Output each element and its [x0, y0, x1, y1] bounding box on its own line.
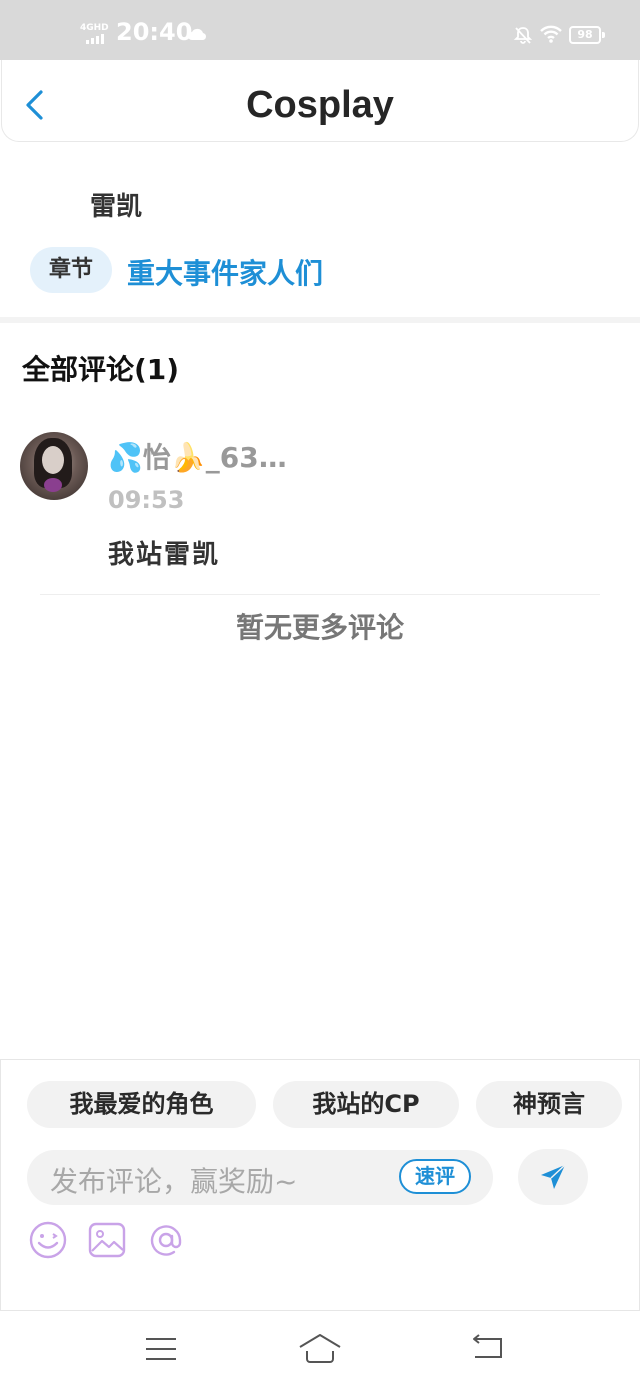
quick-review-button[interactable]: 速评 — [399, 1159, 471, 1194]
comment-input-placeholder: 发布评论，赢奖励~ — [50, 1165, 298, 1198]
signal-icon — [86, 34, 104, 44]
chapter-link[interactable]: 重大事件家人们 — [127, 252, 323, 292]
menu-icon[interactable] — [142, 1331, 182, 1367]
wifi-icon — [540, 25, 562, 43]
smiley-icon[interactable] — [28, 1220, 68, 1260]
image-icon[interactable] — [87, 1220, 127, 1260]
send-button[interactable] — [518, 1149, 588, 1205]
quick-chip-favorite-character[interactable]: 我最爱的角色 — [27, 1081, 256, 1128]
avatar[interactable] — [20, 432, 88, 500]
mute-bell-icon — [513, 27, 533, 44]
comment-divider — [40, 594, 600, 595]
section-divider — [0, 317, 640, 323]
status-bar: 4GHD 20:40 98 — [0, 0, 640, 60]
post-author: 雷凯 — [90, 192, 143, 222]
status-time: 20:40 — [116, 18, 193, 46]
back-nav-icon[interactable] — [469, 1331, 509, 1367]
page-header: Cosplay — [1, 60, 639, 142]
battery-level: 98 — [569, 26, 605, 44]
no-more-comments: 暂无更多评论 — [235, 611, 404, 644]
quick-chip-my-cp[interactable]: 我站的CP — [273, 1081, 459, 1128]
chapter-badge: 章节 — [30, 247, 112, 293]
page-title: Cosplay — [246, 84, 394, 126]
cloud-icon — [188, 28, 207, 41]
comment-username[interactable]: 💦怡🍌_63… — [108, 436, 287, 476]
quick-chip-prophecy[interactable]: 神预言 — [476, 1081, 622, 1128]
comments-heading: 全部评论(1) — [22, 353, 180, 386]
comment-time: 09:53 — [108, 486, 185, 514]
send-plane-icon — [541, 1164, 566, 1189]
home-icon[interactable] — [298, 1331, 342, 1367]
at-icon[interactable] — [146, 1220, 186, 1260]
network-type: 4GHD — [80, 23, 109, 33]
comment-text: 我站雷凯 — [108, 540, 221, 570]
